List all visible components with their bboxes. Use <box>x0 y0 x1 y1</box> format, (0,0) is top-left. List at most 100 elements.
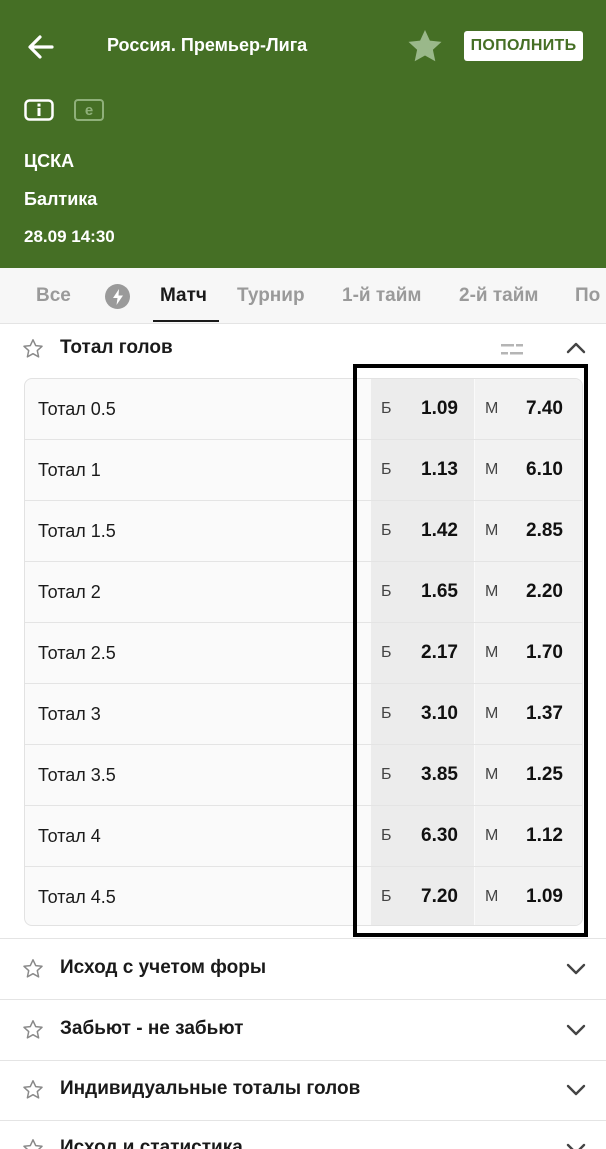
section-title: Тотал голов <box>60 337 173 358</box>
under-odd-button[interactable]: М 6.10 <box>475 440 582 500</box>
list-view-icon[interactable] <box>501 342 523 358</box>
over-odd: 1.65 <box>421 581 458 602</box>
total-label: Тотал 2 <box>38 581 101 602</box>
under-odd: 2.20 <box>526 581 563 602</box>
total-label: Тотал 1 <box>38 459 101 480</box>
over-letter: Б <box>381 461 392 478</box>
home-team-name: ЦСКА <box>24 151 75 171</box>
favorite-star-icon[interactable] <box>406 28 444 64</box>
under-letter: М <box>485 522 499 539</box>
over-odd: 1.42 <box>421 520 458 541</box>
total-label: Тотал 4.5 <box>38 886 116 907</box>
over-odd-button[interactable]: Б 6.30 <box>371 806 474 866</box>
under-letter: М <box>485 644 499 661</box>
under-odd-button[interactable]: М 1.25 <box>475 745 582 805</box>
under-letter: М <box>485 705 499 722</box>
total-label: Тотал 2.5 <box>38 642 116 663</box>
chevron-down-icon[interactable] <box>566 1024 586 1036</box>
under-odd-button[interactable]: М 7.40 <box>475 379 582 439</box>
tab-more[interactable]: По <box>575 268 600 323</box>
over-odd-button[interactable]: Б 2.17 <box>371 623 474 683</box>
live-bolt-icon[interactable] <box>105 284 130 309</box>
under-letter: М <box>485 827 499 844</box>
table-row: Тотал 2 Б 1.65 М 2.20 <box>25 562 582 623</box>
total-label: Тотал 3.5 <box>38 764 116 785</box>
over-odd-button[interactable]: Б 1.09 <box>371 379 474 439</box>
table-row: Тотал 1.5 Б 1.42 М 2.85 <box>25 501 582 562</box>
section-title: Исход с учетом форы <box>60 957 267 978</box>
over-odd: 7.20 <box>421 886 458 907</box>
over-letter: Б <box>381 400 392 417</box>
under-letter: М <box>485 400 499 417</box>
under-odd: 6.10 <box>526 459 563 480</box>
chevron-down-icon[interactable] <box>566 963 586 975</box>
over-letter: Б <box>381 766 392 783</box>
match-datetime: 28.09 14:30 <box>24 227 115 246</box>
deposit-button[interactable]: ПОПОЛНИТЬ <box>464 31 583 61</box>
chevron-down-icon[interactable] <box>566 1143 586 1149</box>
table-row: Тотал 4.5 Б 7.20 М 1.09 <box>25 867 582 925</box>
over-letter: Б <box>381 888 392 905</box>
over-odd: 2.17 <box>421 642 458 663</box>
total-label: Тотал 4 <box>38 825 101 846</box>
under-odd: 1.25 <box>526 764 563 785</box>
chevron-down-icon[interactable] <box>566 1084 586 1096</box>
under-odd-button[interactable]: М 1.70 <box>475 623 582 683</box>
e-icon-label: e <box>84 101 94 119</box>
section-title: Забьют - не забьют <box>60 1018 244 1039</box>
under-odd: 1.37 <box>526 703 563 724</box>
favorite-star-outline-icon[interactable] <box>22 338 44 360</box>
over-odd-button[interactable]: Б 3.10 <box>371 684 474 744</box>
under-odd-button[interactable]: М 1.37 <box>475 684 582 744</box>
tab-all[interactable]: Все <box>36 268 71 323</box>
table-row: Тотал 4 Б 6.30 М 1.12 <box>25 806 582 867</box>
e-icon[interactable]: e <box>74 99 104 121</box>
total-label: Тотал 3 <box>38 703 101 724</box>
over-letter: Б <box>381 522 392 539</box>
back-arrow-icon[interactable] <box>24 30 58 64</box>
totals-table: Тотал 0.5 Б 1.09 М 7.40 Тотал 1 Б 1.13 М 6.1… <box>24 378 583 926</box>
over-letter: Б <box>381 827 392 844</box>
over-letter: Б <box>381 583 392 600</box>
league-title: Россия. Премьер-Лига <box>107 35 308 55</box>
over-odd: 3.85 <box>421 764 458 785</box>
tab-match[interactable]: Матч <box>160 268 207 323</box>
total-label: Тотал 1.5 <box>38 520 116 541</box>
favorite-star-outline-icon[interactable] <box>22 1138 44 1149</box>
section-title: Индивидуальные тоталы голов <box>60 1078 361 1099</box>
under-odd-button[interactable]: М 2.20 <box>475 562 582 622</box>
over-odd-button[interactable]: Б 1.42 <box>371 501 474 561</box>
over-odd-button[interactable]: Б 3.85 <box>371 745 474 805</box>
under-odd-button[interactable]: М 1.09 <box>475 867 582 925</box>
under-letter: М <box>485 888 499 905</box>
chevron-up-icon[interactable] <box>566 342 586 354</box>
over-letter: Б <box>381 644 392 661</box>
over-odd-button[interactable]: Б 1.65 <box>371 562 474 622</box>
totals-section-header[interactable]: Тотал голов <box>0 324 606 378</box>
tab-tournament[interactable]: Турнир <box>237 268 305 323</box>
over-odd: 1.09 <box>421 398 458 419</box>
over-odd-button[interactable]: Б 1.13 <box>371 440 474 500</box>
match-info-icon[interactable] <box>24 99 54 121</box>
table-row: Тотал 0.5 Б 1.09 М 7.40 <box>25 379 582 440</box>
over-odd-button[interactable]: Б 7.20 <box>371 867 474 925</box>
over-odd: 3.10 <box>421 703 458 724</box>
favorite-star-outline-icon[interactable] <box>22 958 44 980</box>
tab-second-half[interactable]: 2-й тайм <box>459 268 538 323</box>
section-handicap[interactable]: Исход с учетом форы <box>0 939 606 999</box>
under-odd-button[interactable]: М 1.12 <box>475 806 582 866</box>
under-odd-button[interactable]: М 2.85 <box>475 501 582 561</box>
under-odd: 2.85 <box>526 520 563 541</box>
under-letter: М <box>485 583 499 600</box>
under-letter: М <box>485 766 499 783</box>
section-outcome-stats[interactable]: Исход и статистика <box>0 1121 606 1149</box>
section-individual-totals[interactable]: Индивидуальные тоталы голов <box>0 1061 606 1121</box>
match-header: Россия. Премьер-Лига ПОПОЛНИТЬ e ЦСКА Ба… <box>0 0 606 268</box>
tab-first-half[interactable]: 1-й тайм <box>342 268 421 323</box>
favorite-star-outline-icon[interactable] <box>22 1019 44 1041</box>
section-both-score[interactable]: Забьют - не забьют <box>0 1000 606 1060</box>
favorite-star-outline-icon[interactable] <box>22 1079 44 1101</box>
away-team-name: Балтика <box>24 189 98 209</box>
under-odd: 1.70 <box>526 642 563 663</box>
active-tab-indicator <box>153 320 219 322</box>
